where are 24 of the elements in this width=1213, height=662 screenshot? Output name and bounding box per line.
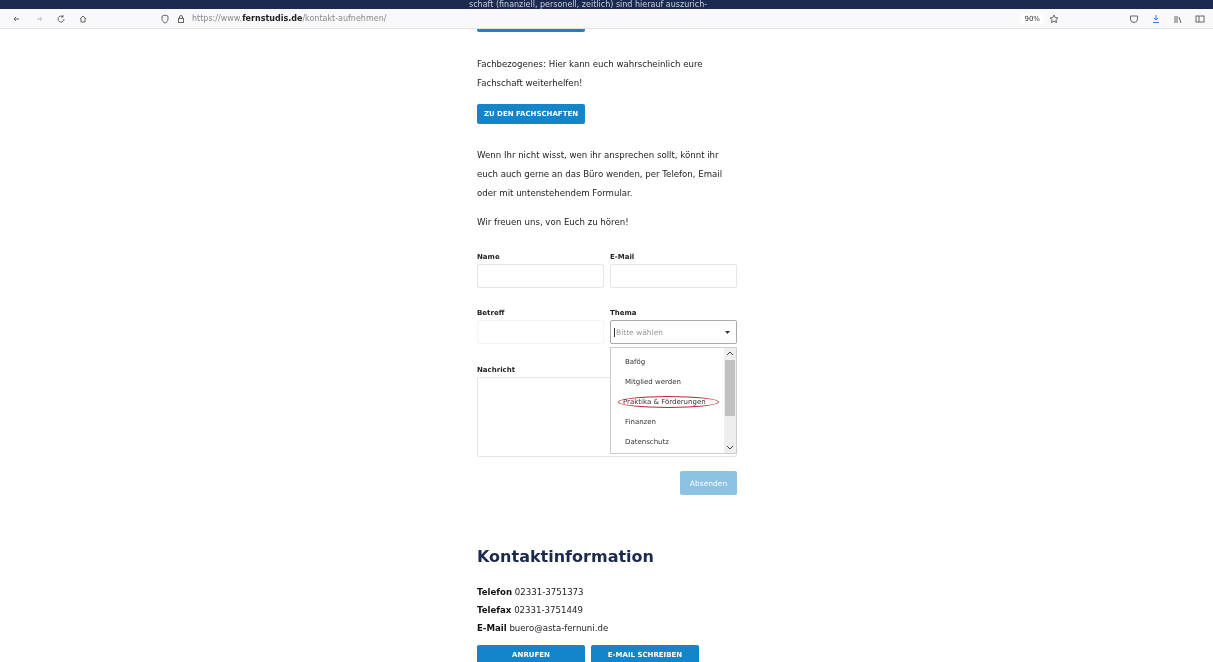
contact-line: E-Mail buero@asta-fernuni.de [477, 622, 610, 635]
paragraph: Wir freuen uns, von Euch zu hören! [477, 216, 630, 229]
paragraph: Wenn Ihr nicht wisst, wen ihr ansprechen sollt, könnt ihr euch auch gerne an das Büro wenden, per Telefon, Email oder mit untenstehendem Formular. [477, 149, 724, 200]
scroll-up-icon[interactable] [727, 351, 733, 355]
lock-icon [176, 13, 186, 24]
scrollbar[interactable] [724, 348, 736, 453]
url-text: https://www.fernstudis.de/kontakt-aufnehmen/ [192, 14, 387, 23]
name-field[interactable] [477, 264, 604, 288]
cut-off-text: schaft (finanziell, personell, zeitlich) sind hierauf auszurich- [469, 0, 709, 9]
home-icon[interactable] [78, 13, 88, 24]
email-field[interactable] [610, 264, 737, 288]
caret-icon [725, 331, 730, 334]
pocket-icon[interactable] [1129, 13, 1139, 24]
section-heading: Kontaktinformation [477, 547, 655, 567]
contact-line: Telefax 02331-3751449 [477, 604, 584, 617]
contact-line: Telefon 02331-3751373 [477, 586, 585, 599]
library-icon[interactable] [1173, 13, 1183, 24]
paragraph: Fachbezogenes: Hier kann euch wahrscheinlich eure Fachschaft weiterhelfen! [477, 58, 704, 90]
download-icon[interactable] [1151, 13, 1161, 24]
star-icon[interactable] [1049, 13, 1059, 24]
sidebar-icon[interactable] [1195, 13, 1205, 24]
reload-icon[interactable] [56, 13, 66, 24]
scroll-down-icon[interactable] [727, 446, 733, 450]
shield-icon [160, 13, 170, 24]
